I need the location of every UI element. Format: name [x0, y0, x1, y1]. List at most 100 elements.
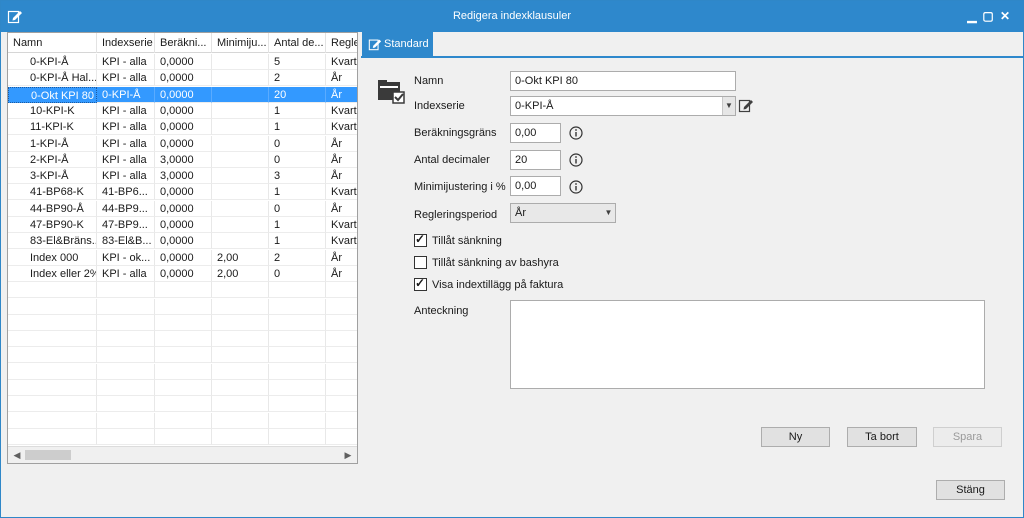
tillat-sankning-bashyra-checkbox[interactable]	[414, 256, 427, 269]
table-cell	[269, 314, 326, 331]
table-cell	[326, 380, 357, 396]
table-cell	[97, 363, 155, 380]
dialog-window: Redigera indexklausuler ▁ ▢ ✕ Namn Indexs…	[0, 0, 1024, 518]
table-cell: Kvart	[326, 54, 357, 70]
table-cell: 0-KPI-Å	[8, 54, 97, 70]
table-cell	[212, 396, 269, 413]
table-row[interactable]: 0-KPI-Å KPI - alla 0,0000 5 Kvart	[8, 54, 357, 70]
table-cell: 3	[269, 168, 326, 185]
table-cell: KPI - alla	[97, 135, 155, 152]
tillat-sankning-bashyra-label: Tillåt sänkning av bashyra	[432, 257, 559, 269]
regleringsperiod-value: År	[515, 207, 526, 219]
info-icon[interactable]	[569, 153, 583, 167]
table-cell: KPI - ok...	[97, 249, 155, 266]
table-row[interactable]: 0-Okt KPI 80 0-KPI-Å 0,0000 20 År	[8, 86, 357, 103]
visa-indextillagg-checkbox[interactable]: ✓	[414, 276, 427, 291]
table-cell	[326, 347, 357, 364]
table-cell: Kvart	[326, 184, 357, 201]
scroll-left-icon[interactable]: ◀	[11, 449, 23, 461]
tab-standard[interactable]: Standard	[362, 32, 433, 57]
scroll-right-icon[interactable]: ▶	[342, 449, 354, 461]
column-header[interactable]: Antal de...	[269, 33, 326, 53]
table-cell: 0,0000	[155, 54, 212, 70]
table-cell	[97, 380, 155, 396]
column-header[interactable]: Beräkni...	[155, 33, 212, 53]
table-cell: År	[326, 250, 357, 266]
scroll-thumb[interactable]	[25, 450, 71, 460]
table-cell: 2-KPI-Å	[8, 151, 97, 168]
table-cell	[269, 363, 326, 380]
column-header[interactable]: Indexserie	[97, 33, 155, 53]
chevron-down-icon[interactable]: ▼	[722, 97, 735, 115]
column-header[interactable]: Regle	[326, 33, 357, 53]
minimijustering-input[interactable]	[510, 176, 561, 196]
table-cell: 2	[269, 249, 326, 266]
table-row[interactable]: 3-KPI-Å KPI - alla 3,0000 3 År	[8, 168, 357, 185]
table-cell	[8, 396, 97, 413]
spara-button[interactable]: Spara	[933, 427, 1002, 447]
table-row[interactable]: 2-KPI-Å KPI - alla 3,0000 0 År	[8, 151, 357, 168]
stang-button[interactable]: Stäng	[936, 480, 1005, 500]
table-cell	[8, 298, 97, 315]
minimize-button[interactable]: ▁	[965, 9, 979, 23]
table-cell: 0,0000	[155, 265, 212, 282]
table-cell: 3,0000	[155, 151, 212, 168]
table-cell	[269, 298, 326, 315]
table-row[interactable]: 47-BP90-K 47-BP9... 0,0000 1 Kvart	[8, 217, 357, 233]
table-cell	[212, 54, 269, 70]
tab-label: Standard	[384, 38, 429, 50]
regleringsperiod-select[interactable]: År ▼	[510, 203, 616, 223]
table-cell	[212, 184, 269, 201]
table-cell: 11-KPI-K	[8, 119, 97, 136]
table-cell	[212, 70, 269, 87]
namn-input[interactable]	[510, 71, 736, 91]
table-cell: 0-KPI-Å Hal...	[8, 70, 97, 87]
table-cell: KPI - alla	[97, 151, 155, 168]
maximize-button[interactable]: ▢	[981, 9, 995, 23]
table-row[interactable]: 11-KPI-K KPI - alla 0,0000 1 Kvart	[8, 119, 357, 136]
table-row[interactable]: Index eller 2% KPI - alla 0,0000 2,00 0 År	[8, 265, 357, 282]
ny-button[interactable]: Ny	[761, 427, 830, 447]
ta-bort-button[interactable]: Ta bort	[847, 427, 917, 447]
table-row[interactable]: 1-KPI-Å KPI - alla 0,0000 0 År	[8, 135, 357, 152]
table-row[interactable]: 44-BP90-Å 44-BP9... 0,0000 0 År	[8, 200, 357, 217]
table-cell	[212, 233, 269, 250]
table-cell: 1	[269, 119, 326, 136]
chevron-down-icon[interactable]: ▼	[602, 204, 615, 222]
table-cell: KPI - alla	[97, 168, 155, 185]
table-cell	[8, 282, 97, 299]
table-row[interactable]: 10-KPI-K KPI - alla 0,0000 1 Kvart	[8, 102, 357, 119]
indexserie-select[interactable]: 0-KPI-Å ▼	[510, 96, 736, 116]
tillat-sankning-checkbox[interactable]: ✓	[414, 232, 427, 247]
table-row[interactable]: 83-El&Bräns... 83-El&B... 0,0000 1 Kvart	[8, 233, 357, 250]
table-cell: Kvart	[326, 233, 357, 250]
anteckning-textarea[interactable]	[510, 300, 985, 389]
title-bar[interactable]: Redigera indexklausuler ▁ ▢ ✕	[1, 1, 1023, 32]
table-row[interactable]: Index 000 KPI - ok... 0,0000 2,00 2 År	[8, 249, 357, 266]
table-cell	[212, 200, 269, 217]
table-cell	[212, 347, 269, 364]
table-row[interactable]: 41-BP68-K 41-BP6... 0,0000 1 Kvart	[8, 184, 357, 201]
berakningsgrans-input[interactable]	[510, 123, 561, 143]
minimijustering-label: Minimijustering i %	[414, 181, 506, 193]
table-row[interactable]: 0-KPI-Å Hal... KPI - alla 0,0000 2 År	[8, 70, 357, 87]
info-icon[interactable]	[569, 126, 583, 140]
info-icon[interactable]	[569, 180, 583, 194]
table-cell	[97, 428, 155, 445]
table-cell	[212, 119, 269, 136]
close-button[interactable]: ✕	[998, 9, 1012, 23]
table-cell	[97, 412, 155, 429]
horizontal-scrollbar[interactable]: ◀ ▶	[8, 446, 357, 463]
table-cell: År	[326, 201, 357, 217]
column-header[interactable]: Minimiju...	[212, 33, 269, 53]
table-cell	[326, 315, 357, 331]
table-row	[8, 347, 357, 364]
column-header[interactable]: Namn	[8, 33, 97, 53]
antal-decimaler-input[interactable]	[510, 150, 561, 170]
table-cell: 1-KPI-Å	[8, 135, 97, 152]
index-clause-grid[interactable]: Namn Indexserie Beräkni... Minimiju... Antal…	[7, 32, 358, 464]
table-cell	[269, 412, 326, 429]
table-cell: 0,0000	[155, 70, 212, 87]
edit-index-icon[interactable]	[738, 97, 754, 113]
table-cell: År	[326, 168, 357, 185]
